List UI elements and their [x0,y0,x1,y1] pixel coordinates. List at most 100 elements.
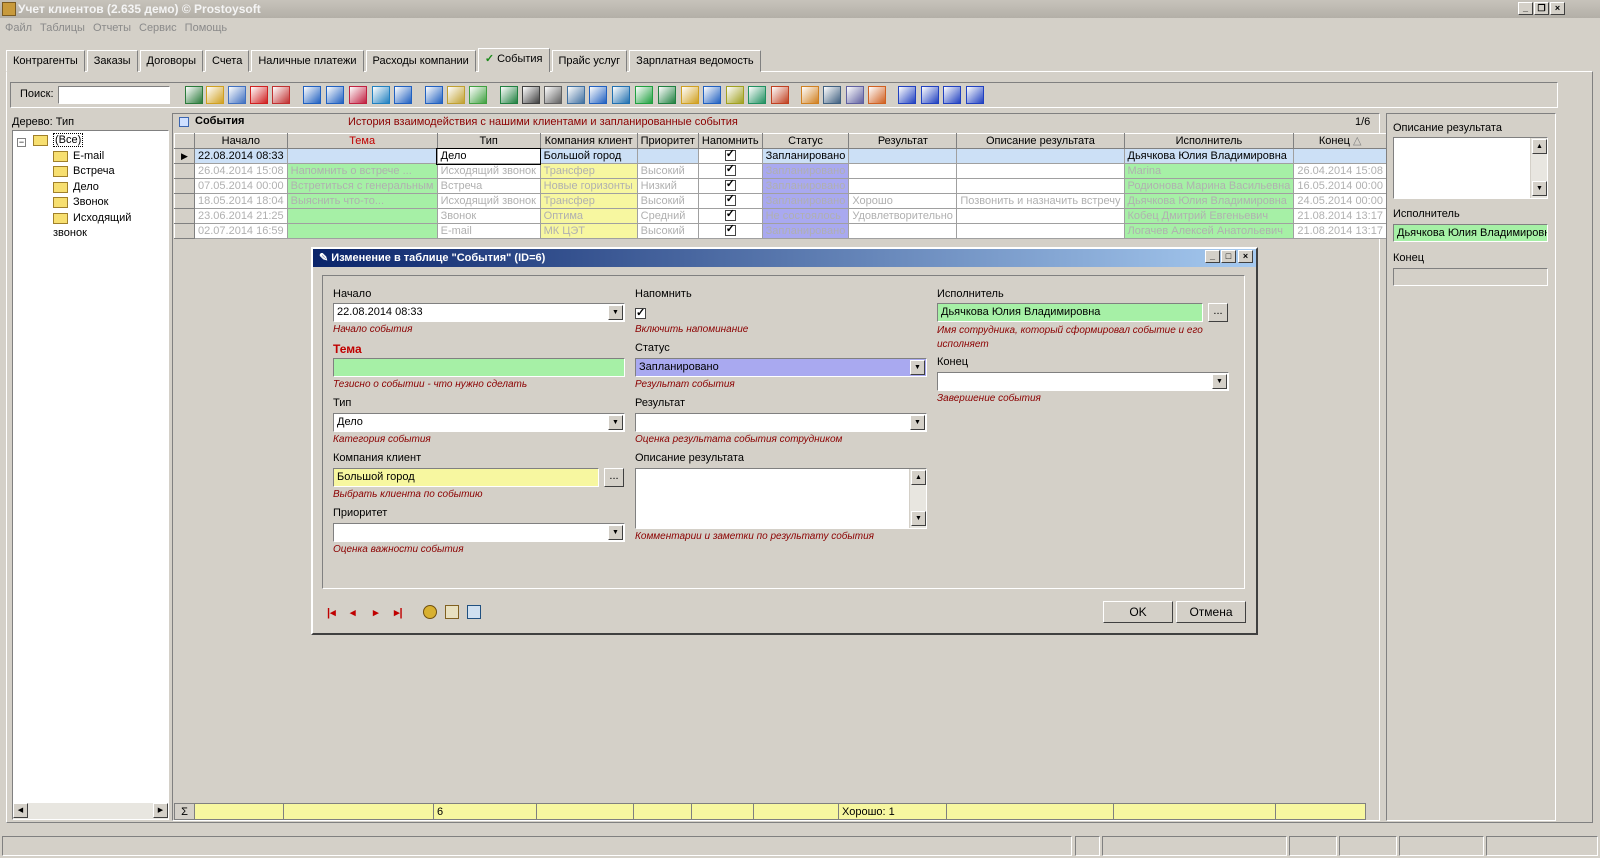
priority-select[interactable] [333,523,625,542]
table-cell-start[interactable]: 02.07.2014 16:59 [194,223,288,239]
dialog-maximize-button[interactable]: □ [1221,250,1236,263]
table-row[interactable]: 23.06.2014 21:25 ЗвонокОптимаСредний Не со… [174,208,1387,224]
toolbar-button-icon[interactable] [544,86,562,104]
table-cell-remind[interactable] [697,163,763,179]
table-cell-topic[interactable]: Напомнить о встрече ... [286,163,438,179]
dropdown-arrow-icon[interactable]: ▼ [910,415,925,430]
executor-field[interactable]: Дьячкова Юлия Владимировна [937,303,1203,322]
tab-invoices[interactable]: Счета [205,50,250,72]
toolbar-button-icon[interactable] [726,86,744,104]
table-cell-topic[interactable] [286,223,438,239]
table-cell-end[interactable]: 21.08.2014 13:17 [1293,208,1387,224]
table-cell-company[interactable]: Оптима [539,208,638,224]
column-header[interactable]: Компания клиент [539,133,638,149]
scroll-right-icon[interactable]: ▶ [153,803,168,818]
table-cell-company[interactable]: МК ЦЭТ [539,223,638,239]
table-cell-priority[interactable]: Высокий [636,193,699,209]
tab-expenses[interactable]: Расходы компании [365,50,476,72]
toolbar-button-icon[interactable] [801,86,819,104]
toolbar-button-icon[interactable] [303,86,321,104]
table-cell-topic[interactable]: Встретиться с генеральным [286,178,438,194]
desc-textarea[interactable] [635,468,927,529]
toolbar-button-icon[interactable] [469,86,487,104]
column-header[interactable]: Тема [286,133,438,149]
end-field[interactable] [937,372,1229,391]
table-cell-start[interactable]: 18.05.2014 18:04 [194,193,288,209]
table-cell-executor[interactable]: Кобец Дмитрий Евгеньевич [1123,208,1295,224]
toolbar-button-icon[interactable] [372,86,390,104]
menu-help[interactable]: Помощь [185,22,228,34]
toolbar-button-icon[interactable] [823,86,841,104]
last-record-icon[interactable]: ▸| [394,606,403,619]
topic-field[interactable] [333,358,625,377]
table-cell-end[interactable]: 21.08.2014 13:17 [1293,223,1387,239]
table-cell-desc[interactable]: Позвонить и назначить встречу [956,193,1125,209]
toolbar-button-icon[interactable] [681,86,699,104]
dropdown-arrow-icon[interactable]: ▼ [1212,374,1227,389]
row-indicator[interactable] [174,178,195,194]
tab-cash-payments[interactable]: Наличные платежи [251,50,364,72]
table-cell-topic[interactable] [286,148,438,164]
tab-contractors[interactable]: Контрагенты [6,50,85,72]
table-cell-status[interactable]: Не состоялось [761,208,850,224]
scroll-left-icon[interactable]: ◀ [13,803,28,818]
table-cell-result[interactable] [848,223,958,239]
dropdown-arrow-icon[interactable]: ▼ [608,525,623,540]
tree-item-task[interactable]: Дело [53,180,99,195]
table-row[interactable]: ▶22.08.2014 08:33 ДелоБольшой город Заплан… [174,147,1387,165]
table-cell-executor[interactable]: Marina [1123,163,1295,179]
dialog-close-button[interactable]: × [1238,250,1253,263]
column-header[interactable]: Конец △ [1293,133,1387,149]
toolbar-button-icon[interactable] [868,86,886,104]
detail-executor-field[interactable]: Дьячкова Юлия Владимировн [1393,224,1548,242]
toolbar-button-icon[interactable] [748,86,766,104]
table-cell-result[interactable] [848,163,958,179]
table-cell-result[interactable]: Удовлетворительно [848,208,958,224]
toolbar-button-icon[interactable] [635,86,653,104]
row-indicator[interactable] [174,208,195,224]
table-cell-start[interactable]: 22.08.2014 08:33 [194,148,288,164]
toolbar-button-icon[interactable] [589,86,607,104]
table-cell-company[interactable]: Новые горизонты [539,178,638,194]
table-cell-end[interactable]: 24.05.2014 00:00 [1293,193,1387,209]
table-cell-status[interactable]: Запланировано [761,148,850,164]
toolbar-button-icon[interactable] [846,86,864,104]
toolbar-button-icon[interactable] [185,86,203,104]
table-cell-executor[interactable]: Дьячкова Юлия Владимировна [1123,148,1295,164]
toolbar-button-icon[interactable] [500,86,518,104]
search-input[interactable] [58,86,170,104]
table-cell-status[interactable]: Запланировано [761,223,850,239]
table-cell-remind[interactable] [697,178,763,194]
table-cell-remind[interactable] [697,193,763,209]
table-cell-desc[interactable] [956,223,1125,239]
toolbar-button-icon[interactable] [703,86,721,104]
toolbar-button-icon[interactable] [771,86,789,104]
toolbar-button-icon[interactable] [206,86,224,104]
toolbar-button-icon[interactable] [658,86,676,104]
table-cell-start[interactable]: 07.05.2014 00:00 [194,178,288,194]
menu-file[interactable]: Файл [5,22,32,34]
table-cell-company[interactable]: Трансфер [539,163,638,179]
toolbar-button-icon[interactable] [898,86,916,104]
tree-view[interactable]: − (Все) E-mail Встреча Дело Звонок Исход… [12,130,169,820]
table-row[interactable]: 02.07.2014 16:59 E-mailМК ЦЭТВысокий Запла… [174,223,1387,239]
table-cell-priority[interactable]: Низкий [636,178,699,194]
close-window-button[interactable]: × [1550,2,1565,15]
table-cell-result[interactable] [848,148,958,164]
toolbar-button-icon[interactable] [250,86,268,104]
scroll-down-icon[interactable]: ▼ [911,511,926,526]
options-icon[interactable] [423,605,437,619]
desc-scrollbar[interactable]: ▲ ▼ [909,469,926,528]
toolbar-button-icon[interactable] [349,86,367,104]
tab-price-list[interactable]: Прайс услуг [551,50,628,72]
table-cell-end[interactable]: 26.04.2014 15:08 [1293,163,1387,179]
executor-lookup-button[interactable]: ... [1208,303,1228,322]
toolbar-button-icon[interactable] [522,86,540,104]
row-indicator[interactable] [174,193,195,209]
cancel-button[interactable]: Отмена [1176,601,1246,623]
table-cell-topic[interactable] [286,208,438,224]
table-row[interactable]: 18.05.2014 18:04 Выяснить что-то... Исходя… [174,193,1387,209]
status-select[interactable]: Запланировано [635,358,927,377]
table-cell-start[interactable]: 23.06.2014 21:25 [194,208,288,224]
report-icon[interactable] [467,605,481,619]
